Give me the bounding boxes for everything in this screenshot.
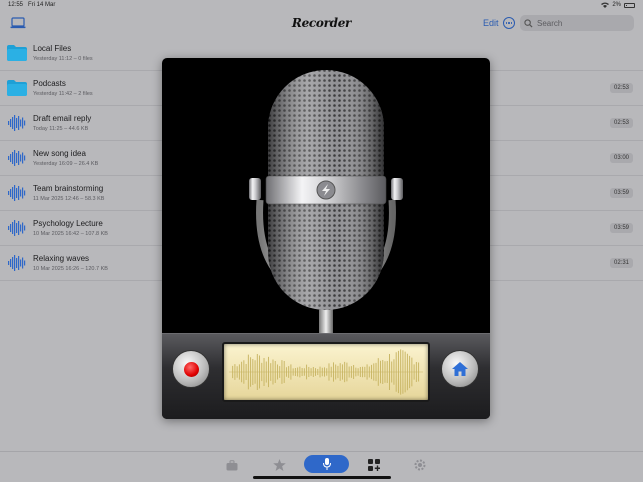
- item-subtitle: Yesterday 11:12 – 0 files: [33, 56, 93, 62]
- status-indicators: 2%: [601, 2, 635, 8]
- waveform-icon: [8, 220, 26, 236]
- more-options-button[interactable]: [503, 17, 515, 29]
- home-icon: [452, 362, 468, 376]
- waveform-icon: [8, 185, 26, 201]
- tab-recorder[interactable]: [304, 455, 349, 473]
- tab-briefcase[interactable]: [222, 458, 242, 472]
- tab-favorites[interactable]: [269, 458, 289, 472]
- item-title: Local Files: [33, 44, 72, 53]
- item-title: New song idea: [33, 149, 86, 158]
- nav-bar: Recorder Edit: [0, 12, 643, 36]
- star-icon: [272, 459, 286, 471]
- tab-settings[interactable]: [410, 458, 430, 472]
- battery-percent: 2%: [612, 2, 621, 8]
- waveform-icon: [8, 255, 26, 271]
- duration-badge: 02:53: [609, 118, 633, 128]
- gear-icon: [414, 459, 426, 471]
- recorder-modal: [162, 58, 490, 419]
- dot-icon: [510, 22, 513, 24]
- edit-button[interactable]: Edit: [483, 18, 499, 28]
- item-subtitle: 11 Mar 2025 12:46 – 58.3 KB: [33, 196, 105, 202]
- folder-icon: [7, 80, 27, 96]
- home-button[interactable]: [441, 350, 479, 388]
- item-subtitle: Yesterday 11:42 – 2 files: [33, 91, 93, 97]
- search-icon: [524, 18, 533, 28]
- duration-badge: 02:53: [609, 83, 633, 93]
- duration-badge: 02:31: [609, 258, 633, 268]
- item-title: Relaxing waves: [33, 254, 90, 263]
- tab-apps[interactable]: [364, 458, 384, 472]
- waveform-icon: [8, 115, 26, 131]
- home-indicator: [253, 476, 391, 479]
- item-title: Draft email reply: [33, 114, 92, 123]
- record-button[interactable]: [172, 350, 210, 388]
- record-dot-icon: [183, 361, 199, 377]
- microphone-icon: [249, 70, 403, 336]
- item-subtitle: Yesterday 16:09 – 26.4 KB: [33, 161, 99, 167]
- item-title: Team brainstorming: [33, 184, 104, 193]
- item-subtitle: 10 Mar 2025 16:26 – 120.7 KB: [33, 266, 108, 272]
- microphone-icon: [322, 458, 331, 470]
- status-bar: 12:55 Fri 14 Mar 2%: [0, 0, 643, 12]
- wifi-icon: [601, 2, 610, 8]
- search-box[interactable]: [520, 15, 634, 31]
- search-input[interactable]: [537, 18, 632, 28]
- tab-bar: [0, 451, 643, 482]
- item-title: Psychology Lecture: [33, 219, 103, 228]
- dot-icon: [505, 22, 508, 24]
- dot-icon: [508, 22, 510, 24]
- apps-plus-icon: [368, 459, 380, 471]
- briefcase-icon: [226, 459, 238, 470]
- battery-icon: [624, 2, 635, 8]
- waveform-icon: [8, 150, 26, 166]
- waveform-display: [222, 342, 430, 402]
- item-title: Podcasts: [33, 79, 66, 88]
- item-subtitle: 10 Mar 2025 16:42 – 107.8 KB: [33, 231, 108, 237]
- folder-icon: [7, 45, 27, 61]
- duration-badge: 03:59: [609, 188, 633, 198]
- recorder-control-panel: [162, 333, 490, 419]
- duration-badge: 03:00: [609, 153, 633, 163]
- status-time: 12:55: [8, 2, 24, 8]
- duration-badge: 03:59: [609, 223, 633, 233]
- status-date: Fri 14 Mar: [28, 2, 56, 8]
- item-subtitle: Today 11:25 – 44.6 KB: [33, 126, 89, 132]
